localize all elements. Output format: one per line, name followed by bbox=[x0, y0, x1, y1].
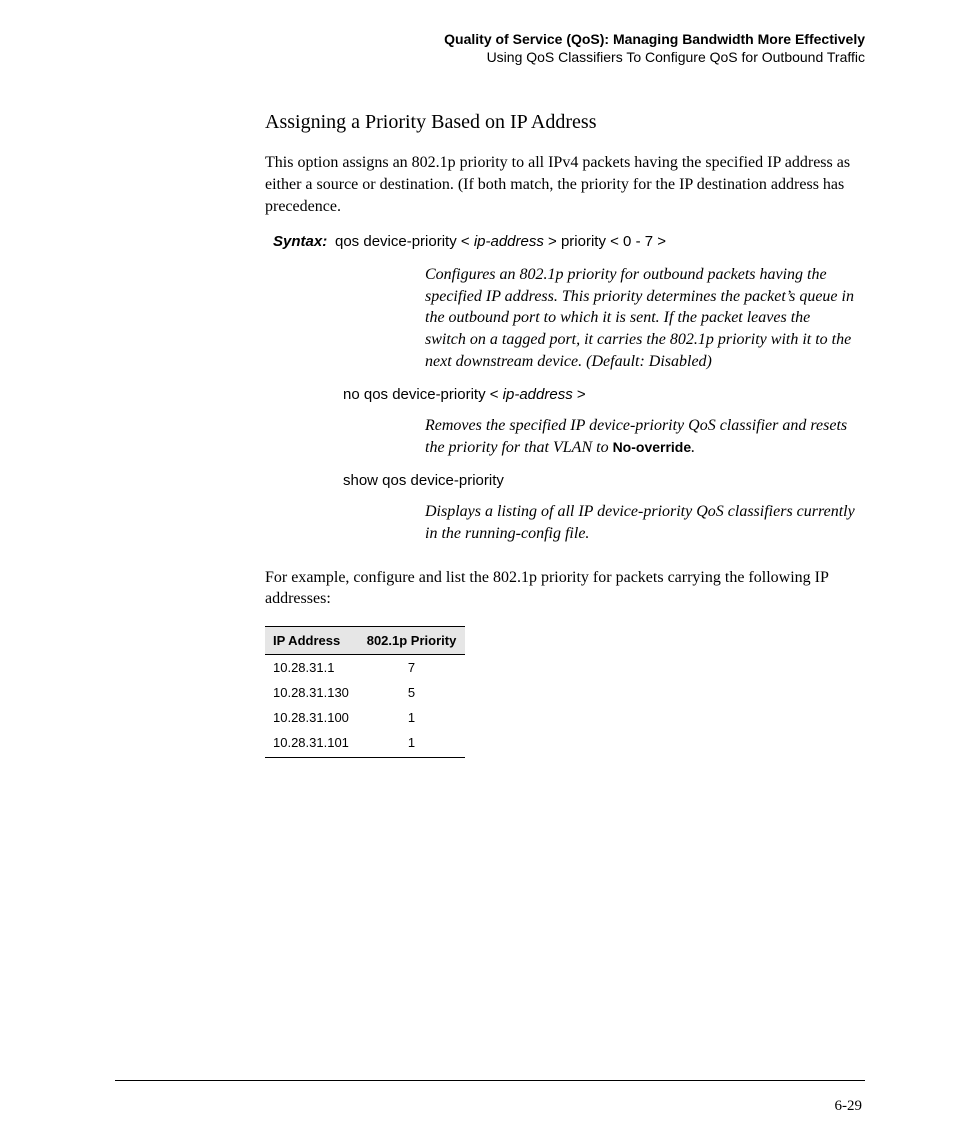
cell-ip: 10.28.31.130 bbox=[265, 680, 358, 705]
desc2-b: . bbox=[691, 439, 695, 456]
syntax-label: Syntax: bbox=[273, 233, 335, 250]
content-column: Quality of Service (QoS): Managing Bandw… bbox=[265, 30, 865, 758]
table-row: 10.28.31.1 7 bbox=[265, 654, 465, 680]
cell-priority: 1 bbox=[358, 705, 465, 730]
header-title: Quality of Service (QoS): Managing Bandw… bbox=[265, 30, 865, 48]
page-content: Quality of Service (QoS): Managing Bandw… bbox=[115, 30, 865, 758]
no-cmd-pre: no qos device-priority < bbox=[343, 386, 503, 403]
table-row: 10.28.31.100 1 bbox=[265, 705, 465, 730]
syntax-description-1: Configures an 802.1p priority for outbou… bbox=[425, 264, 855, 372]
th-priority: 802.1p Priority bbox=[358, 626, 465, 654]
cell-ip: 10.28.31.1 bbox=[265, 654, 358, 680]
syntax-cmd-pre: qos device-priority < bbox=[335, 233, 474, 250]
cell-priority: 1 bbox=[358, 730, 465, 758]
cell-priority: 7 bbox=[358, 654, 465, 680]
desc2-bold: No-override bbox=[613, 439, 692, 455]
priority-table-wrap: IP Address 802.1p Priority 10.28.31.1 7 … bbox=[265, 626, 465, 758]
cell-ip: 10.28.31.101 bbox=[265, 730, 358, 758]
table-header-row: IP Address 802.1p Priority bbox=[265, 626, 465, 654]
table-row: 10.28.31.101 1 bbox=[265, 730, 465, 758]
no-cmd-post: > bbox=[573, 386, 586, 403]
cell-ip: 10.28.31.100 bbox=[265, 705, 358, 730]
syntax-row: Syntax: qos device-priority < ip-address… bbox=[273, 233, 865, 250]
show-command: show qos device-priority bbox=[343, 472, 865, 489]
no-command: no qos device-priority < ip-address > bbox=[343, 386, 865, 403]
section-heading: Assigning a Priority Based on IP Address bbox=[265, 111, 865, 134]
syntax-description-3: Displays a listing of all IP device-prio… bbox=[425, 501, 855, 544]
no-cmd-param: ip-address bbox=[503, 386, 573, 403]
syntax-cmd-mid: > priority < 0 - 7 > bbox=[544, 233, 666, 250]
syntax-cmd-param: ip-address bbox=[474, 233, 544, 250]
footer-rule bbox=[115, 1080, 865, 1081]
running-header: Quality of Service (QoS): Managing Bandw… bbox=[265, 30, 865, 66]
header-subtitle: Using QoS Classifiers To Configure QoS f… bbox=[265, 48, 865, 66]
th-ip: IP Address bbox=[265, 626, 358, 654]
cell-priority: 5 bbox=[358, 680, 465, 705]
page-number: 6-29 bbox=[835, 1098, 863, 1115]
syntax-command: qos device-priority < ip-address > prior… bbox=[335, 233, 666, 250]
table-row: 10.28.31.130 5 bbox=[265, 680, 465, 705]
syntax-description-2: Removes the specified IP device-priority… bbox=[425, 415, 855, 458]
example-paragraph: For example, configure and list the 802.… bbox=[265, 567, 865, 610]
priority-table: IP Address 802.1p Priority 10.28.31.1 7 … bbox=[265, 626, 465, 758]
intro-paragraph: This option assigns an 802.1p priority t… bbox=[265, 152, 865, 217]
